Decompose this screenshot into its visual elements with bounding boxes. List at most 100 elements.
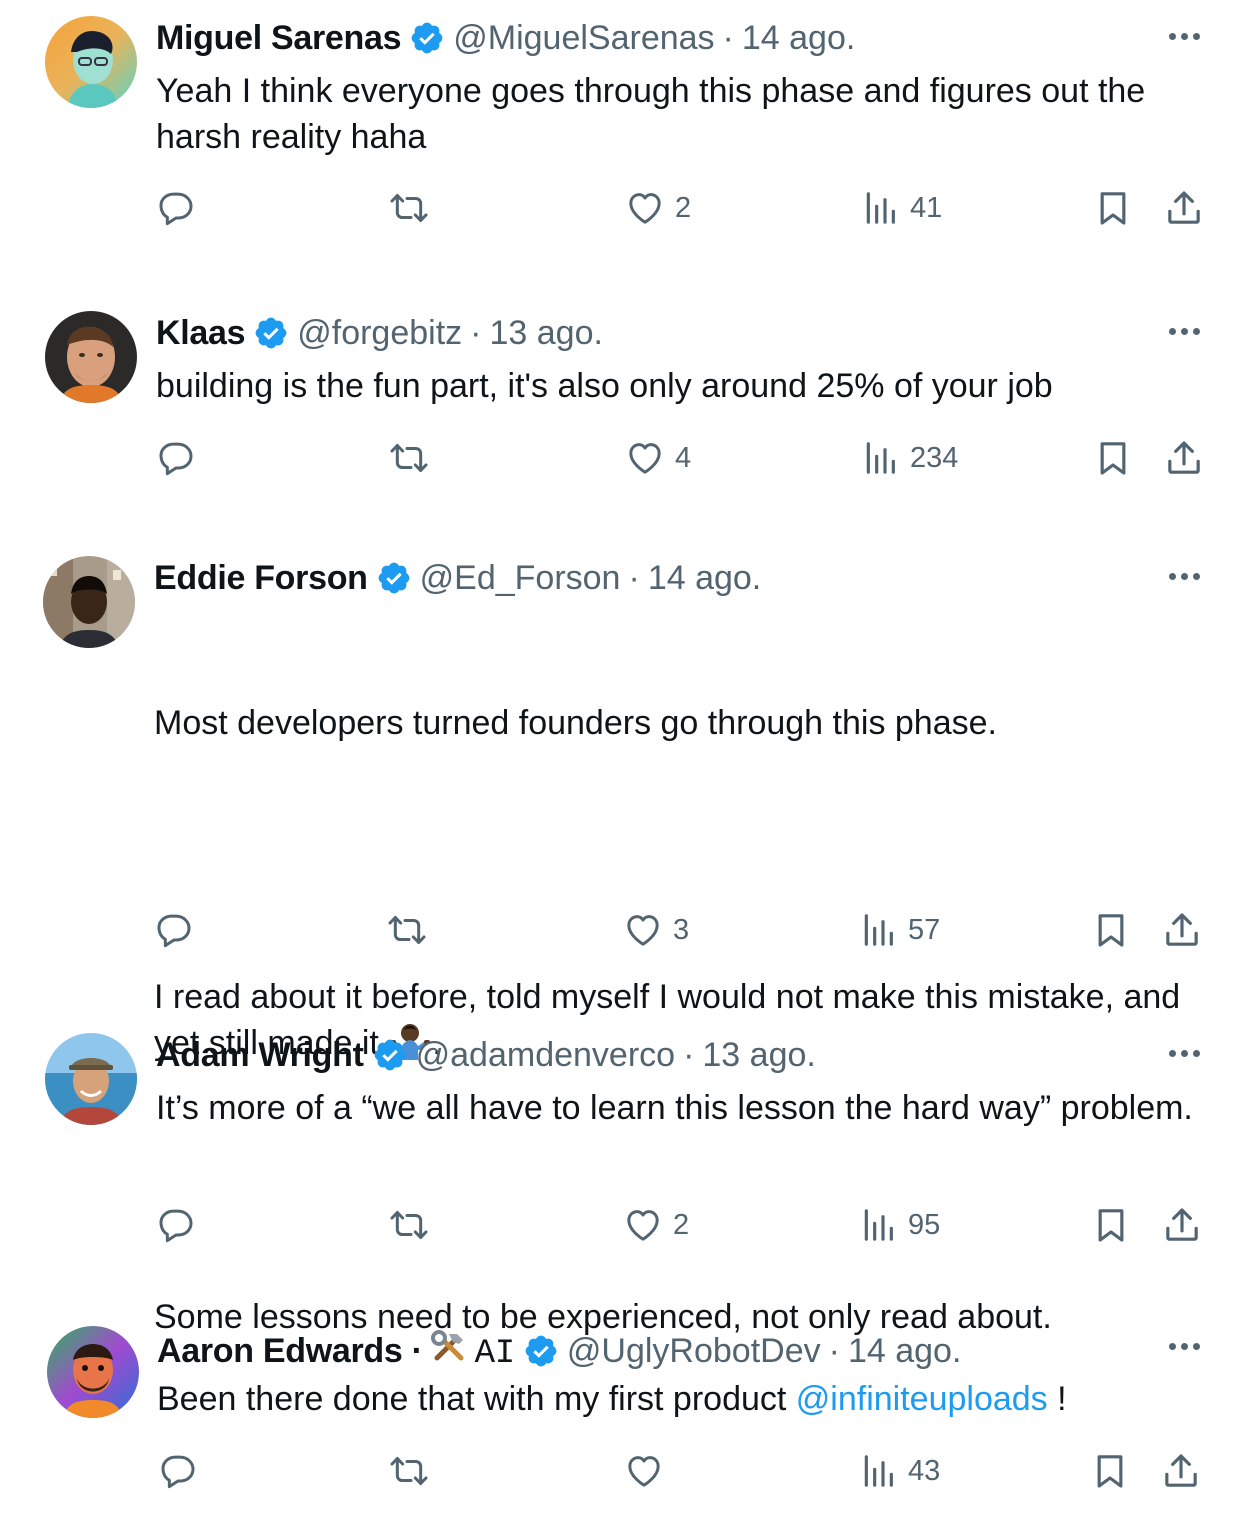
- more-icon[interactable]: [1162, 1041, 1206, 1065]
- more-icon[interactable]: [1162, 24, 1206, 48]
- avatar[interactable]: [47, 1326, 139, 1418]
- name-separator: ·: [402, 1332, 423, 1370]
- like-count: 2: [675, 191, 692, 224]
- view-count: 234: [910, 441, 959, 474]
- view-count: 95: [908, 1208, 941, 1241]
- tweet-text: building is the fun part, it's also only…: [156, 367, 1053, 405]
- timestamp[interactable]: 13 ago.: [702, 1035, 815, 1075]
- like-button[interactable]: 2: [625, 183, 691, 233]
- reply-button[interactable]: [154, 905, 194, 955]
- author-handle[interactable]: @forgebitz: [297, 313, 462, 353]
- bookmark-icon: [1093, 438, 1133, 478]
- share-icon: [1164, 188, 1204, 228]
- author-name-text: Aaron Edwards: [157, 1332, 403, 1370]
- reply-icon: [156, 1205, 196, 1245]
- like-count: 3: [673, 913, 690, 946]
- views-button[interactable]: 41: [860, 183, 942, 233]
- retweet-button[interactable]: [389, 433, 429, 483]
- author-handle[interactable]: @adamdenverco: [416, 1035, 675, 1075]
- timestamp[interactable]: 14 ago.: [742, 18, 855, 58]
- action-bar: 43: [0, 1446, 1246, 1496]
- author-name[interactable]: Eddie Forson: [154, 558, 368, 598]
- share-icon: [1164, 438, 1204, 478]
- reply-button[interactable]: [156, 1200, 196, 1250]
- mention-link[interactable]: @infiniteuploads: [796, 1380, 1048, 1418]
- action-bar: 2 41: [0, 183, 1246, 233]
- retweet-button[interactable]: [389, 1200, 429, 1250]
- tweet-paragraph: Most developers turned founders go throu…: [154, 704, 997, 742]
- avatar[interactable]: [43, 556, 135, 648]
- author-name[interactable]: Adam Wright: [156, 1035, 364, 1075]
- retweet-icon: [389, 438, 429, 478]
- views-icon: [858, 1451, 898, 1491]
- retweet-icon: [389, 1205, 429, 1245]
- author-name[interactable]: Aaron Edwards · AI: [157, 1328, 515, 1374]
- view-count: 43: [908, 1454, 941, 1487]
- tweet-text-body: Been there done that with my first produ…: [157, 1380, 796, 1418]
- more-icon[interactable]: [1162, 1334, 1206, 1358]
- reply-button[interactable]: [156, 183, 196, 233]
- tweet-text: Most developers turned founders go throu…: [154, 608, 1206, 1432]
- like-icon: [623, 910, 663, 950]
- views-button[interactable]: 57: [858, 905, 940, 955]
- tweet-header: Adam Wright @adamdenverco · 13 ago.: [156, 1035, 1126, 1075]
- verified-badge-icon: [376, 560, 412, 596]
- like-button[interactable]: 3: [623, 905, 689, 955]
- bookmark-icon: [1090, 1451, 1130, 1491]
- bookmark-button[interactable]: [1093, 433, 1133, 483]
- separator: ·: [470, 314, 482, 352]
- separator: ·: [628, 559, 640, 597]
- retweet-button[interactable]: [389, 1446, 429, 1496]
- share-button[interactable]: [1162, 905, 1202, 955]
- retweet-icon: [389, 1451, 429, 1491]
- timestamp[interactable]: 14 ago.: [648, 558, 761, 598]
- like-button[interactable]: 4: [625, 433, 691, 483]
- views-icon: [858, 1205, 898, 1245]
- retweet-icon: [389, 188, 429, 228]
- reply-icon: [156, 188, 196, 228]
- views-icon: [860, 188, 900, 228]
- share-button[interactable]: [1164, 433, 1204, 483]
- retweet-button[interactable]: [389, 183, 429, 233]
- like-icon: [625, 438, 665, 478]
- separator: ·: [683, 1036, 695, 1074]
- tweet-text: It’s more of a “we all have to learn thi…: [156, 1089, 1193, 1127]
- view-count: 57: [908, 913, 941, 946]
- author-name[interactable]: Klaas: [156, 313, 246, 353]
- reply-button[interactable]: [158, 1446, 198, 1496]
- share-button[interactable]: [1161, 1446, 1201, 1496]
- views-icon: [860, 438, 900, 478]
- views-button[interactable]: 43: [858, 1446, 940, 1496]
- views-button[interactable]: 95: [858, 1200, 940, 1250]
- bookmark-button[interactable]: [1091, 1200, 1131, 1250]
- share-button[interactable]: [1162, 1200, 1202, 1250]
- share-button[interactable]: [1164, 183, 1204, 233]
- bookmark-button[interactable]: [1091, 905, 1131, 955]
- retweet-button[interactable]: [387, 905, 427, 955]
- action-bar: 4 234: [0, 433, 1246, 483]
- like-count: 2: [673, 1208, 690, 1241]
- tweet-header: Klaas @forgebitz · 13 ago.: [156, 313, 1126, 353]
- timestamp[interactable]: 14 ago.: [848, 1331, 961, 1371]
- author-handle[interactable]: @MiguelSarenas: [453, 18, 714, 58]
- avatar[interactable]: [45, 1033, 137, 1125]
- author-handle[interactable]: @Ed_Forson: [420, 558, 621, 598]
- reply-icon: [154, 910, 194, 950]
- bookmark-button[interactable]: [1093, 183, 1133, 233]
- hammer-and-wrench-icon: [430, 1330, 464, 1361]
- share-icon: [1162, 910, 1202, 950]
- timestamp[interactable]: 13 ago.: [489, 313, 602, 353]
- bookmark-icon: [1091, 910, 1131, 950]
- more-icon[interactable]: [1162, 564, 1206, 588]
- like-button[interactable]: 2: [623, 1200, 689, 1250]
- bookmark-button[interactable]: [1090, 1446, 1130, 1496]
- reply-button[interactable]: [156, 433, 196, 483]
- avatar[interactable]: [45, 311, 137, 403]
- like-icon: [623, 1205, 663, 1245]
- author-name[interactable]: Miguel Sarenas: [156, 18, 402, 58]
- like-button[interactable]: [624, 1446, 674, 1496]
- avatar[interactable]: [45, 16, 137, 108]
- more-icon[interactable]: [1162, 319, 1206, 343]
- author-handle[interactable]: @UglyRobotDev: [567, 1331, 821, 1371]
- views-button[interactable]: 234: [860, 433, 958, 483]
